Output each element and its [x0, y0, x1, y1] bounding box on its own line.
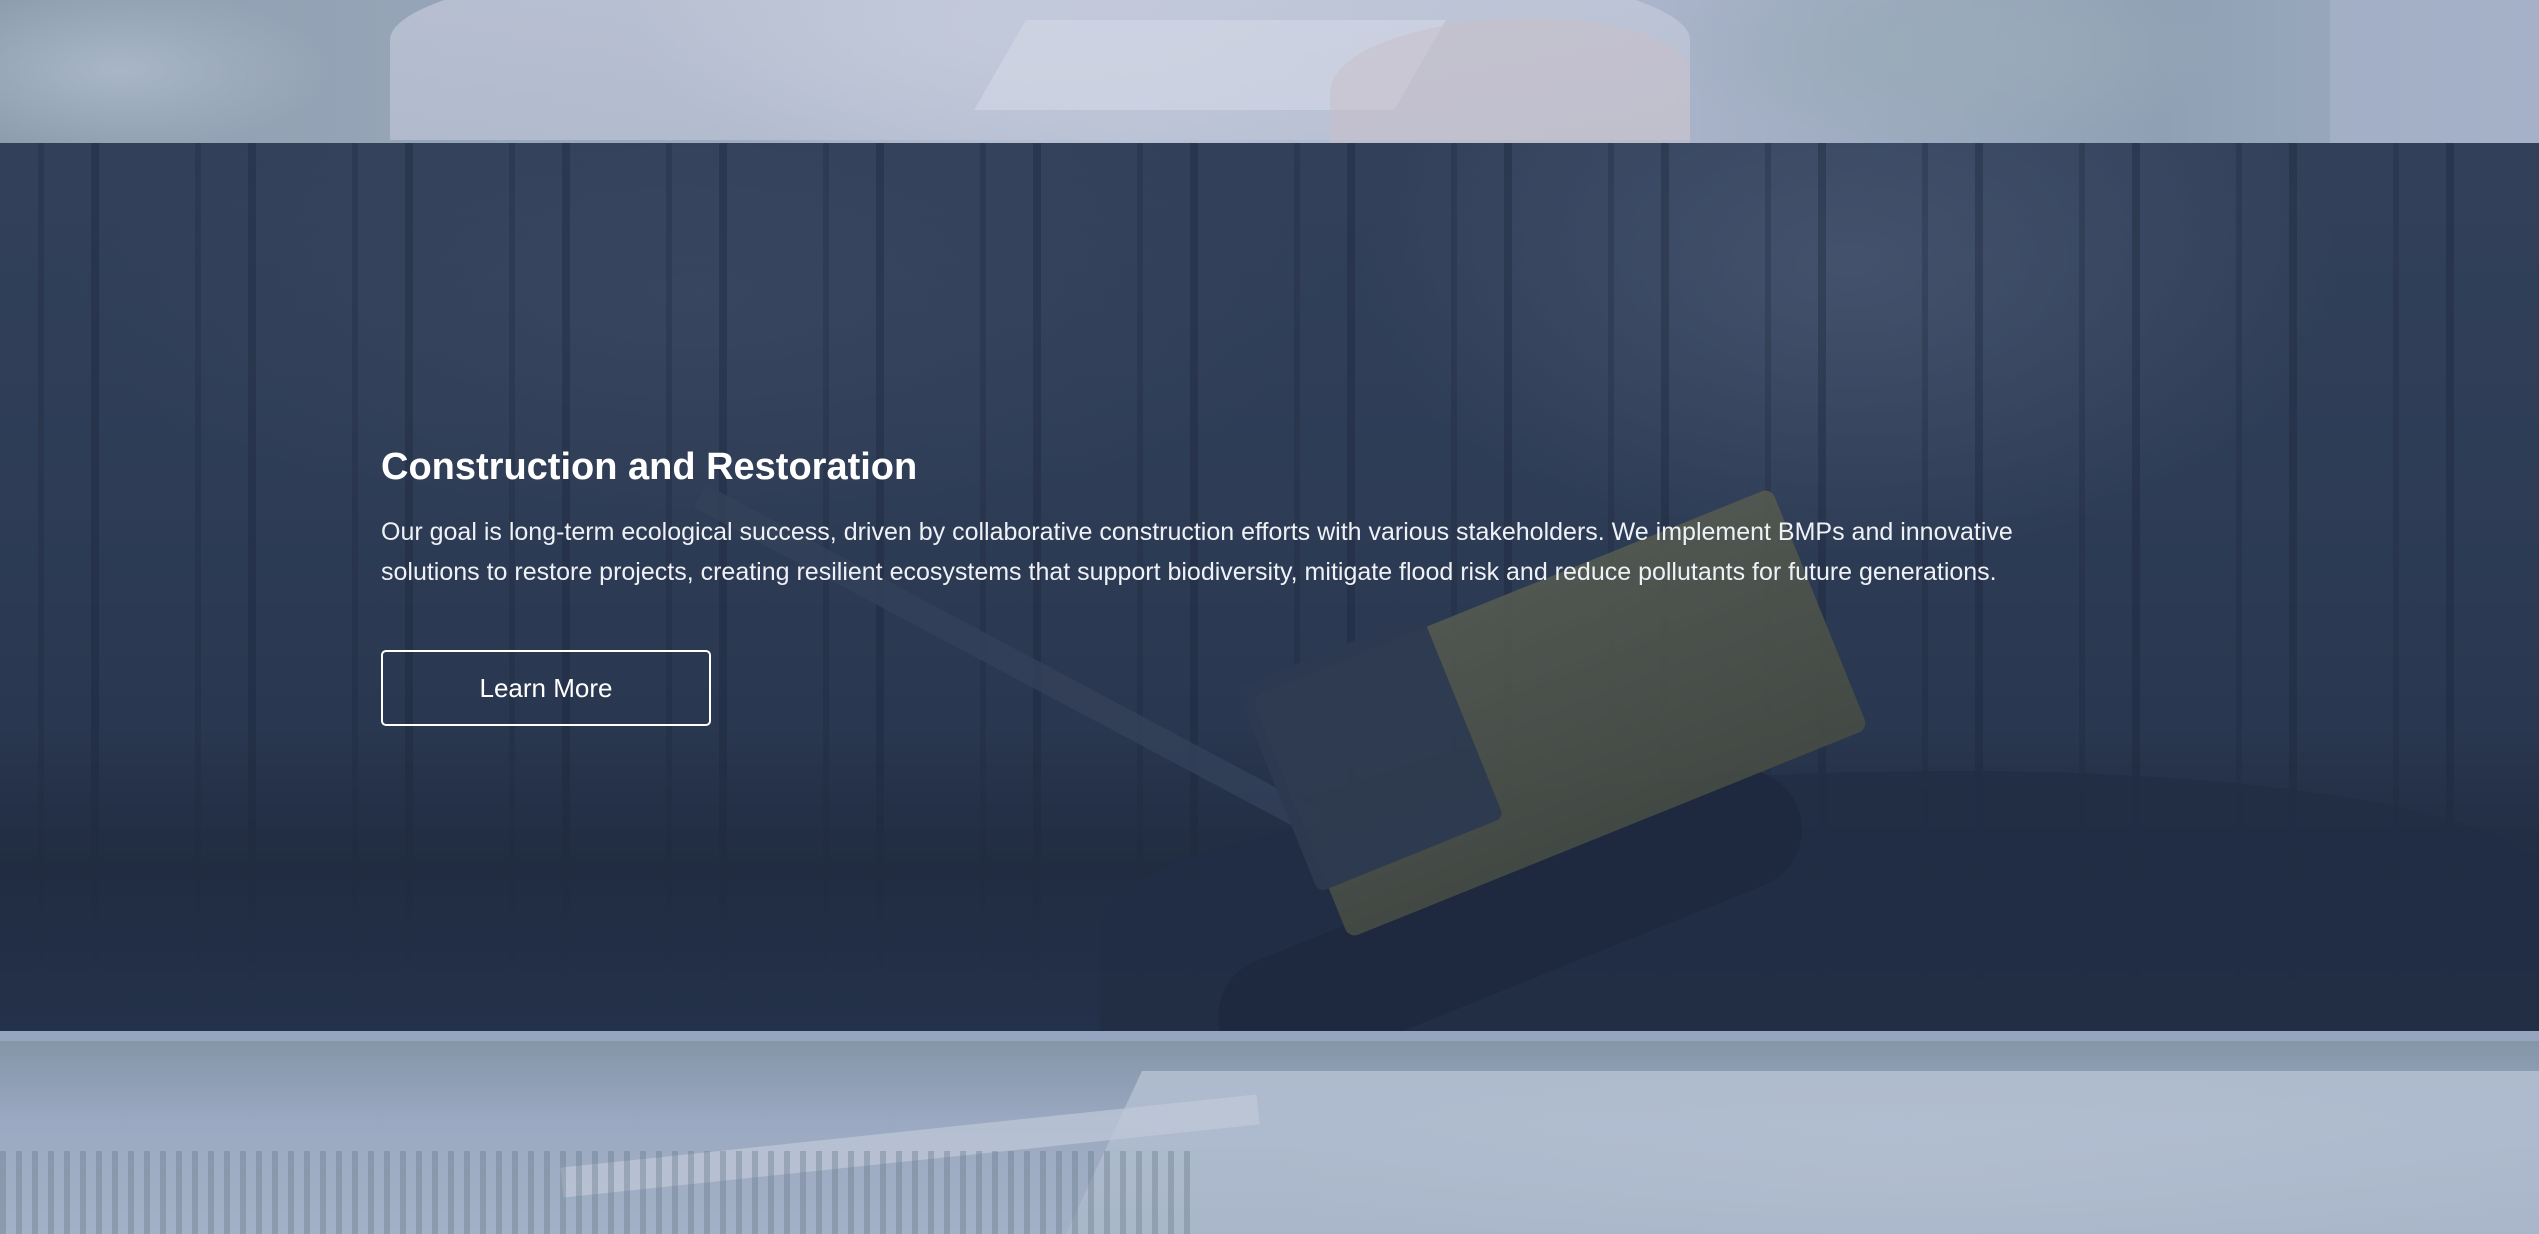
- page: Construction and Restoration Our goal is…: [0, 0, 2539, 1234]
- hero-content: Construction and Restoration Our goal is…: [381, 444, 2081, 726]
- next-section-image: [0, 1031, 2539, 1234]
- section-description: Our goal is long-term ecological success…: [381, 518, 2013, 586]
- section-title: Construction and Restoration: [381, 446, 918, 488]
- previous-section-image: [0, 0, 2539, 143]
- field-shape: [1058, 1071, 2539, 1234]
- nursery-beds-shape: [0, 1151, 1200, 1234]
- learn-more-button[interactable]: Learn More: [381, 650, 711, 726]
- foliage-shape: [2330, 0, 2539, 143]
- construction-restoration-section: Construction and Restoration Our goal is…: [0, 143, 2539, 1031]
